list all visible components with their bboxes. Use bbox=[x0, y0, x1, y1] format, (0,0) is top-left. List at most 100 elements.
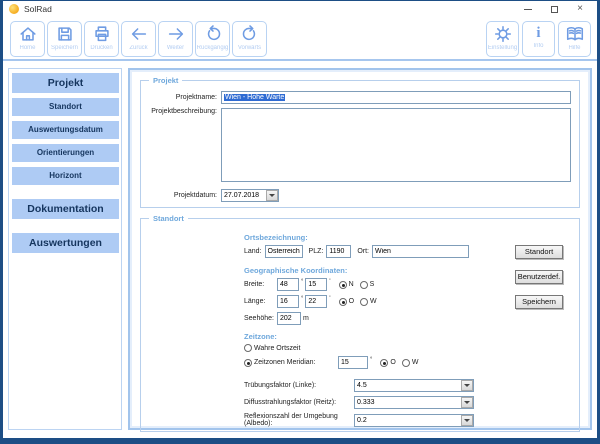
truebungsfaktor-combobox[interactable]: 4.5 bbox=[354, 379, 474, 392]
breite-label: Breite: bbox=[244, 281, 277, 288]
projektname-input[interactable]: Wien - Hohe Warte bbox=[221, 91, 571, 104]
ortsbezeichnung-section-label: Ortsbezeichnung: bbox=[244, 233, 571, 242]
projektbeschreibung-label: Projektbeschreibung: bbox=[149, 108, 221, 115]
breite-minuten-input[interactable] bbox=[305, 278, 327, 291]
benutzerdef-button[interactable]: Benutzerdef. bbox=[515, 270, 563, 284]
help-button[interactable]: Hilfe bbox=[558, 21, 591, 57]
degree-symbol: ° bbox=[299, 279, 305, 285]
plz-input[interactable] bbox=[326, 245, 351, 258]
truebungsfaktor-label: Trübungsfaktor (Linke): bbox=[244, 382, 354, 389]
projektdatum-dropdown-arrow-icon[interactable] bbox=[266, 190, 278, 201]
sidebar-item-orientierungen[interactable]: Orientierungen bbox=[12, 144, 119, 162]
dropdown-arrow-icon[interactable] bbox=[461, 380, 473, 391]
breite-nord-radio[interactable] bbox=[339, 281, 347, 289]
sidebar-item-projekt[interactable]: Projekt bbox=[12, 73, 119, 93]
sidebar-item-horizont[interactable]: Horizont bbox=[12, 167, 119, 185]
projektbeschreibung-row: Projektbeschreibung: bbox=[149, 108, 571, 182]
diffusstrahlungsfaktor-row: Diffusstrahlungsfaktor (Reitz): 0.333 bbox=[244, 396, 571, 409]
maximize-button[interactable] bbox=[549, 4, 559, 14]
undo-button[interactable]: Rückgängig bbox=[195, 21, 230, 57]
seehoehe-input[interactable] bbox=[277, 312, 301, 325]
breite-sued-radio[interactable] bbox=[360, 281, 368, 289]
info-icon: i bbox=[536, 24, 540, 42]
ort-label: Ort: bbox=[357, 248, 372, 255]
albedo-row: Reflexionszahl der Umgebung (Albedo): 0.… bbox=[244, 413, 571, 427]
laenge-minuten-input[interactable] bbox=[305, 295, 327, 308]
gear-icon bbox=[493, 24, 513, 44]
diffusstrahlungsfaktor-label: Diffusstrahlungsfaktor (Reitz): bbox=[244, 399, 354, 406]
print-button[interactable]: Drucken bbox=[84, 21, 119, 57]
meridian-ost-label: O bbox=[390, 359, 395, 366]
toolbar: Home Speichern Drucken Zurück bbox=[3, 17, 597, 61]
projektdatum-label: Projektdatum: bbox=[149, 192, 221, 199]
close-button[interactable]: × bbox=[575, 4, 585, 14]
laenge-west-label: W bbox=[370, 298, 377, 305]
settings-button[interactable]: Einstellung bbox=[486, 21, 519, 57]
save-button[interactable]: Speichern bbox=[47, 21, 82, 57]
diffusstrahlungsfaktor-combobox[interactable]: 0.333 bbox=[354, 396, 474, 409]
main-panel: Projekt Projektname: Wien - Hohe Warte P… bbox=[128, 68, 592, 430]
arrow-left-icon bbox=[129, 24, 149, 44]
breite-nord-label: N bbox=[349, 281, 354, 288]
window-controls: × bbox=[523, 4, 593, 14]
plz-label: PLZ: bbox=[309, 248, 327, 255]
albedo-value: 0.2 bbox=[355, 417, 461, 424]
projekt-groupbox-title: Projekt bbox=[149, 76, 182, 85]
zeitzonen-meridian-label: Zeitzonen Meridian: bbox=[254, 359, 324, 366]
projektdatum-value: 27.07.2018 bbox=[222, 192, 266, 199]
meridian-grad-input[interactable] bbox=[338, 356, 368, 369]
sidebar-item-auswertungen[interactable]: Auswertungen bbox=[12, 233, 119, 253]
content-area: Projekt Standort Auswertungsdatum Orient… bbox=[3, 61, 597, 437]
laenge-ost-radio[interactable] bbox=[339, 298, 347, 306]
albedo-label: Reflexionszahl der Umgebung (Albedo): bbox=[244, 413, 354, 427]
wahre-ortszeit-row: Wahre Ortszeit bbox=[244, 344, 571, 352]
degree-symbol: ° bbox=[368, 357, 374, 363]
sidebar-item-dokumentation[interactable]: Dokumentation bbox=[12, 199, 119, 219]
minute-symbol: ' bbox=[327, 296, 332, 302]
projektbeschreibung-textarea[interactable] bbox=[221, 108, 571, 182]
meridian-west-radio[interactable] bbox=[402, 359, 410, 367]
forward-button[interactable]: Weiter bbox=[158, 21, 193, 57]
laenge-west-radio[interactable] bbox=[360, 298, 368, 306]
standort-lookup-button[interactable]: Standort bbox=[515, 245, 563, 259]
app-title: SolRad bbox=[24, 4, 52, 14]
dropdown-arrow-icon[interactable] bbox=[461, 415, 473, 426]
redo-button[interactable]: Vorwärts bbox=[232, 21, 267, 57]
arrow-right-icon bbox=[166, 24, 186, 44]
zeitzonen-meridian-row: Zeitzonen Meridian: ° O W bbox=[244, 356, 571, 369]
meridian-ost-radio[interactable] bbox=[380, 359, 388, 367]
zeitzonen-meridian-radio[interactable] bbox=[244, 359, 252, 367]
save-icon bbox=[55, 24, 75, 44]
dropdown-arrow-icon[interactable] bbox=[461, 397, 473, 408]
minute-symbol: ' bbox=[327, 279, 332, 285]
land-input[interactable] bbox=[265, 245, 303, 258]
meridian-west-label: W bbox=[412, 359, 419, 366]
sidebar-item-standort[interactable]: Standort bbox=[12, 98, 119, 116]
truebungsfaktor-value: 4.5 bbox=[355, 382, 461, 389]
app-window: SolRad × Home Speichern bbox=[0, 0, 600, 444]
breite-grad-input[interactable] bbox=[277, 278, 299, 291]
home-button[interactable]: Home bbox=[10, 21, 45, 57]
land-label: Land: bbox=[244, 248, 265, 255]
back-button[interactable]: Zurück bbox=[121, 21, 156, 57]
seehoehe-label: Seehöhe: bbox=[244, 315, 277, 322]
albedo-combobox[interactable]: 0.2 bbox=[354, 414, 474, 427]
projektdatum-combobox[interactable]: 27.07.2018 bbox=[221, 189, 279, 202]
projektname-selected-text: Wien - Hohe Warte bbox=[224, 94, 285, 101]
laenge-label: Länge: bbox=[244, 298, 277, 305]
info-button[interactable]: i Info bbox=[522, 21, 555, 57]
laenge-ost-label: O bbox=[349, 298, 354, 305]
minimize-button[interactable] bbox=[523, 4, 533, 14]
standort-button-column: Standort Benutzerdef. Speichern bbox=[515, 245, 563, 315]
speichern-standort-button[interactable]: Speichern bbox=[515, 295, 563, 309]
sidebar-item-auswertungsdatum[interactable]: Auswertungsdatum bbox=[12, 121, 119, 139]
projekt-groupbox: Projekt Projektname: Wien - Hohe Warte P… bbox=[140, 80, 580, 208]
redo-icon bbox=[240, 24, 260, 44]
wahre-ortszeit-radio[interactable] bbox=[244, 344, 252, 352]
wahre-ortszeit-label: Wahre Ortszeit bbox=[254, 345, 300, 352]
breite-sued-label: S bbox=[370, 281, 375, 288]
meter-symbol: m bbox=[301, 315, 311, 322]
laenge-grad-input[interactable] bbox=[277, 295, 299, 308]
projektname-label: Projektname: bbox=[149, 94, 221, 101]
ort-input[interactable] bbox=[372, 245, 469, 258]
